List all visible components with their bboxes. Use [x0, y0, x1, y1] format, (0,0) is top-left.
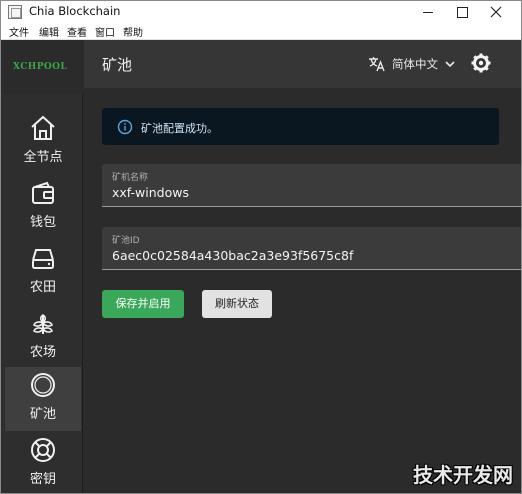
- alert-message: 矿池配置成功。: [141, 122, 218, 135]
- refresh-status-button[interactable]: 刷新状态: [202, 290, 272, 318]
- sidebar-item-label: 农场: [29, 345, 56, 360]
- menu-bar: 文件 编辑 查看 窗口 帮助: [1, 23, 521, 40]
- home-icon: [31, 115, 55, 140]
- save-and-enable-button[interactable]: 保存并启用: [102, 290, 184, 318]
- window-title: Chia Blockchain: [29, 4, 121, 18]
- page-title: 矿池: [102, 56, 133, 74]
- app-window: Chia Blockchain 文件 编辑 查看 窗口 帮助 XCHPOOL 全…: [0, 0, 522, 494]
- field-label: 矿池ID: [112, 236, 140, 246]
- sidebar-item-label: 钱包: [29, 215, 56, 230]
- sidebar-item-label: 矿池: [29, 407, 56, 422]
- sidebar-item-label: 密钥: [29, 472, 56, 487]
- miner-name-input[interactable]: xxf-windows: [112, 185, 189, 200]
- menu-file[interactable]: 文件: [9, 24, 29, 39]
- wallet-icon: [32, 181, 54, 204]
- plant-icon: [33, 314, 53, 334]
- sidebar-item-full-node[interactable]: 全节点: [5, 110, 81, 172]
- menu-window[interactable]: 窗口: [95, 24, 115, 39]
- menu-help[interactable]: 帮助: [123, 24, 143, 39]
- hard-drive-icon: [32, 249, 54, 269]
- close-button[interactable]: [479, 1, 513, 23]
- header-bar: 矿池 简体中文: [84, 40, 521, 88]
- pool-circle-icon: [31, 373, 55, 397]
- sidebar-item-label: 农田: [29, 280, 56, 295]
- gear-icon[interactable]: [470, 52, 492, 74]
- field-label: 矿机名称: [112, 173, 149, 183]
- sidebar-item-wallet[interactable]: 钱包: [5, 175, 81, 237]
- logo: XCHPOOL: [13, 62, 68, 72]
- sidebar: XCHPOOL 全节点 钱包 农田 农场 矿池 密钥: [1, 40, 83, 493]
- menu-edit[interactable]: 编辑: [39, 24, 59, 39]
- sidebar-item-keys[interactable]: 密钥: [5, 432, 81, 493]
- pool-id-field[interactable]: 矿池ID 6aec0c02584a430bac2a3e93f5675c8f: [102, 227, 521, 270]
- title-bar: Chia Blockchain: [1, 1, 521, 23]
- translate-icon[interactable]: [368, 55, 386, 73]
- minimize-button[interactable]: [411, 1, 445, 23]
- menu-view[interactable]: 查看: [67, 24, 87, 39]
- maximize-button[interactable]: [445, 1, 479, 23]
- main-content: 矿池配置成功。 矿机名称 xxf-windows 矿池ID 6aec0c0258…: [84, 88, 521, 493]
- lifebuoy-icon: [31, 438, 55, 462]
- language-selector[interactable]: 简体中文: [392, 56, 438, 72]
- app-icon: [8, 5, 22, 19]
- chevron-down-icon[interactable]: [444, 58, 456, 70]
- logo-area: XCHPOOL: [1, 40, 83, 94]
- miner-name-field[interactable]: 矿机名称 xxf-windows: [102, 164, 521, 207]
- info-icon: [117, 119, 133, 135]
- watermark: 技术开发网: [413, 463, 513, 487]
- success-alert: 矿池配置成功。: [102, 108, 499, 145]
- pool-id-input[interactable]: 6aec0c02584a430bac2a3e93f5675c8f: [112, 248, 353, 263]
- close-icon: [490, 6, 502, 18]
- sidebar-item-plots[interactable]: 农田: [5, 240, 81, 302]
- sidebar-item-pool[interactable]: 矿池: [5, 367, 81, 431]
- sidebar-item-label: 全节点: [23, 150, 63, 165]
- sidebar-item-farm[interactable]: 农场: [5, 305, 81, 367]
